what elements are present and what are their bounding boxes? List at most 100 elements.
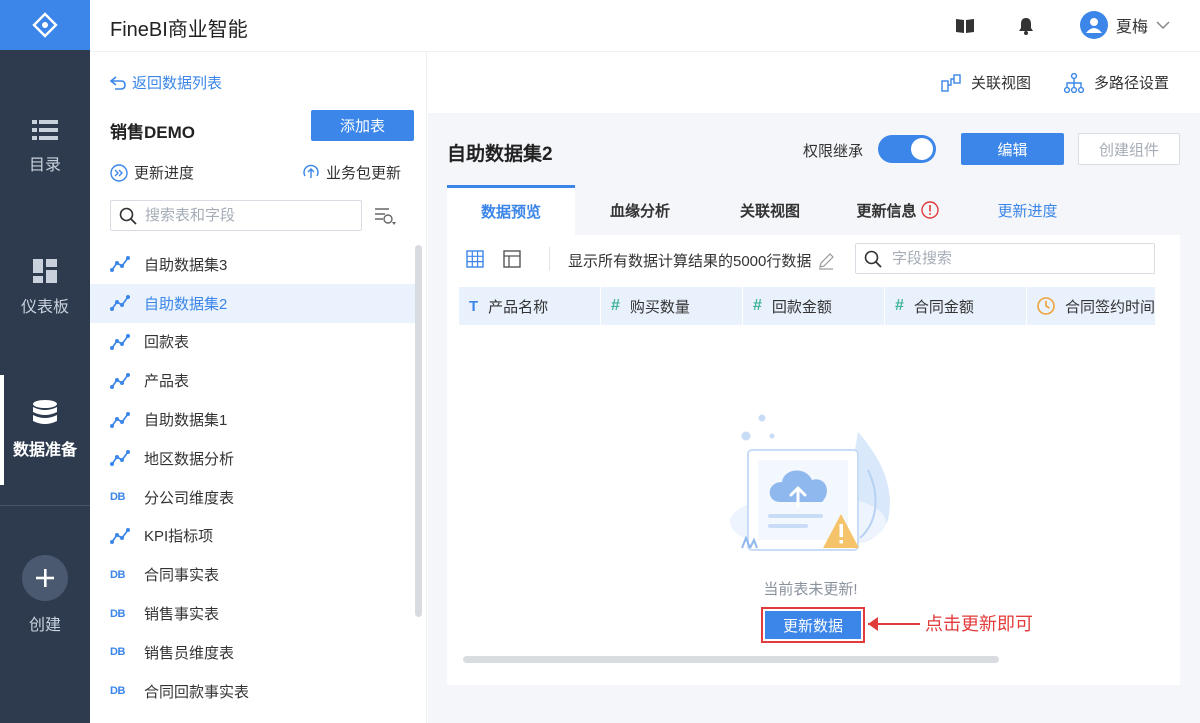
table-name: 合同事实表 bbox=[144, 567, 220, 585]
table-list-item[interactable]: 自助数据集1 bbox=[90, 400, 415, 439]
nav-item-catalog[interactable]: 目录 bbox=[0, 92, 90, 202]
warning-info-icon bbox=[920, 201, 939, 219]
table-list-item[interactable]: DB 销售员维度表 bbox=[90, 633, 415, 672]
tab-label: 更新信息 bbox=[856, 202, 917, 220]
table-list-item[interactable]: DB 分公司维度表 bbox=[90, 478, 415, 517]
db-table-icon: DB bbox=[110, 568, 125, 581]
search-icon bbox=[864, 250, 882, 268]
empty-state-message: 当前表未更新! bbox=[763, 581, 858, 598]
table-search-box bbox=[110, 200, 362, 231]
column-header[interactable]: # 合同金额 bbox=[885, 287, 1027, 325]
column-name: 购买数量 bbox=[629, 298, 690, 316]
table-list-item[interactable]: 产品表 bbox=[90, 361, 415, 400]
column-header[interactable]: # 回款金额 bbox=[743, 287, 885, 325]
package-update-button[interactable]: 业务包更新 bbox=[302, 162, 401, 183]
table-name: KPI指标项 bbox=[144, 528, 214, 546]
tab-update-info[interactable]: 更新信息 bbox=[835, 185, 960, 235]
tab-lineage[interactable]: 血缘分析 bbox=[575, 185, 705, 235]
table-list-item[interactable]: DB 合同回款事实表 bbox=[90, 672, 415, 711]
filter-sort-icon[interactable] bbox=[374, 206, 398, 229]
self-dataset-icon bbox=[110, 411, 130, 428]
annotation-text: 点击更新即可 bbox=[925, 614, 1033, 634]
horizontal-scrollbar[interactable] bbox=[463, 656, 999, 663]
self-dataset-icon bbox=[110, 450, 130, 467]
layout-view-icon[interactable] bbox=[503, 250, 521, 271]
nav-item-create[interactable]: 创建 bbox=[0, 540, 90, 650]
create-component-button[interactable]: 创建组件 bbox=[1078, 133, 1180, 165]
list-icon bbox=[32, 120, 58, 140]
annotation-arrow-icon bbox=[866, 614, 922, 637]
column-header[interactable]: 合同签约时间 bbox=[1027, 287, 1155, 325]
table-list-item[interactable]: 自助数据集2 bbox=[90, 283, 415, 323]
column-header[interactable]: T 产品名称 bbox=[459, 287, 601, 325]
table-list-item[interactable]: 地区数据分析 bbox=[90, 439, 415, 478]
table-search-input[interactable] bbox=[145, 207, 345, 224]
nav-item-label: 目录 bbox=[28, 157, 61, 174]
update-data-button[interactable]: 更新数据 bbox=[761, 607, 865, 643]
nav-item-data-prep[interactable]: 数据准备 bbox=[0, 375, 90, 485]
dataset-tabs: 数据预览 血缘分析 关联视图 更新信息 更新进度 bbox=[447, 185, 1180, 235]
hierarchy-icon bbox=[1064, 72, 1084, 93]
app-title: FineBI商业智能 bbox=[110, 19, 248, 41]
package-update-label: 业务包更新 bbox=[326, 165, 402, 182]
back-link-label: 返回数据列表 bbox=[132, 75, 223, 92]
tab-label: 血缘分析 bbox=[609, 202, 670, 220]
db-table-icon: DB bbox=[110, 685, 125, 698]
number-type-icon: # bbox=[611, 297, 620, 314]
update-progress-label: 更新进度 bbox=[134, 165, 195, 182]
search-icon bbox=[119, 207, 137, 225]
tab-relation-view[interactable]: 关联视图 bbox=[705, 185, 835, 235]
relation-view-button[interactable]: 关联视图 bbox=[941, 72, 1031, 93]
db-table-icon: DB bbox=[110, 607, 125, 620]
app-logo[interactable] bbox=[0, 0, 90, 50]
permission-inherit-toggle[interactable] bbox=[878, 135, 936, 163]
number-type-icon: # bbox=[753, 297, 762, 314]
self-dataset-icon bbox=[110, 256, 130, 273]
table-name: 分公司维度表 bbox=[144, 489, 235, 507]
back-to-list-link[interactable]: 返回数据列表 bbox=[110, 72, 222, 93]
clock-icon bbox=[1037, 297, 1055, 315]
table-list-item[interactable]: KPI指标项 bbox=[90, 517, 415, 556]
multipath-settings-button[interactable]: 多路径设置 bbox=[1064, 72, 1169, 93]
pencil-icon[interactable] bbox=[817, 252, 835, 270]
field-search-input[interactable] bbox=[892, 250, 1132, 267]
column-name: 合同金额 bbox=[913, 298, 974, 316]
top-header: FineBI商业智能 夏梅 bbox=[90, 0, 1200, 52]
table-list: 自助数据集3 自助数据集2 回款表 产品表 自助数据集1 地区数据分析 DB 分公… bbox=[90, 245, 415, 711]
update-progress-button[interactable]: 更新进度 bbox=[110, 162, 194, 183]
tab-data-preview[interactable]: 数据预览 bbox=[447, 185, 575, 235]
table-name: 地区数据分析 bbox=[144, 450, 235, 468]
tab-label: 数据预览 bbox=[480, 204, 541, 221]
table-list-item[interactable]: 自助数据集3 bbox=[90, 245, 415, 284]
help-book-icon[interactable] bbox=[955, 16, 975, 36]
table-name: 自助数据集3 bbox=[144, 256, 228, 274]
logo-icon bbox=[32, 12, 58, 38]
table-list-item[interactable]: 回款表 bbox=[90, 323, 415, 362]
create-button[interactable] bbox=[22, 555, 68, 601]
tab-label: 关联视图 bbox=[739, 202, 800, 220]
column-header[interactable]: # 购买数量 bbox=[601, 287, 743, 325]
preview-description: 显示所有数据计算结果的5000行数据 bbox=[568, 250, 835, 271]
edit-button[interactable]: 编辑 bbox=[961, 133, 1064, 165]
avatar bbox=[1080, 11, 1108, 39]
progress-icon bbox=[110, 163, 128, 182]
table-name: 自助数据集2 bbox=[144, 295, 228, 313]
relation-view-icon bbox=[941, 73, 961, 92]
table-name: 回款表 bbox=[144, 334, 190, 352]
nav-item-label: 仪表板 bbox=[20, 299, 69, 316]
table-list-item[interactable]: DB 合同事实表 bbox=[90, 555, 415, 594]
text-type-icon: T bbox=[469, 297, 479, 315]
self-dataset-icon bbox=[110, 527, 130, 544]
main-nav: 目录 仪表板 数据准备 创建 bbox=[0, 0, 90, 723]
table-list-scrollbar[interactable] bbox=[415, 245, 422, 617]
table-name: 产品表 bbox=[144, 373, 190, 391]
nav-item-dashboard[interactable]: 仪表板 bbox=[0, 233, 90, 343]
grid-view-icon[interactable] bbox=[466, 250, 484, 271]
table-list-item[interactable]: DB 销售事实表 bbox=[90, 594, 415, 633]
table-name: 销售事实表 bbox=[144, 606, 220, 624]
user-menu[interactable]: 夏梅 bbox=[1080, 11, 1170, 39]
plus-icon bbox=[36, 569, 54, 587]
tab-update-progress[interactable]: 更新进度 bbox=[970, 185, 1085, 235]
add-table-button[interactable]: 添加表 bbox=[311, 110, 414, 141]
notification-bell-icon[interactable] bbox=[1016, 16, 1036, 36]
